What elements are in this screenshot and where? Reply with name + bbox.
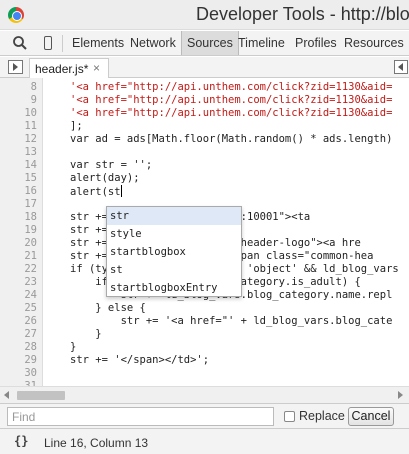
tab-profiles[interactable]: Profiles (290, 31, 342, 55)
line-number: 18 (24, 211, 37, 223)
toolbar-divider (62, 35, 63, 52)
horizontal-scrollbar[interactable] (0, 386, 409, 403)
code-editor[interactable]: 8 9 10 11 12 13 14 15 16 17 18 19 20 21 … (0, 78, 409, 386)
line-number: 14 (24, 159, 37, 171)
code-line: '<a href="http://api.unthem.com/click?zi… (70, 81, 393, 93)
line-number: 29 (24, 354, 37, 366)
file-tab-bar: header.js* × (0, 57, 409, 78)
tab-network[interactable]: Network (125, 31, 181, 55)
code-line: alert(day); (70, 172, 140, 184)
code-line: } (70, 328, 102, 340)
line-number: 28 (24, 341, 37, 353)
line-number: 21 (24, 250, 37, 262)
window-title: Developer Tools - http://blog (196, 4, 409, 24)
file-tab-label: header.js* (35, 62, 89, 76)
autocomplete-item[interactable]: str (107, 207, 241, 225)
line-number: 26 (24, 315, 37, 327)
code-line: '<a href="http://api.unthem.com/click?zi… (70, 107, 393, 119)
chrome-icon (8, 7, 24, 23)
line-number: 12 (24, 133, 37, 145)
autocomplete-item[interactable]: style (107, 225, 241, 243)
pretty-print-icon[interactable]: {} (14, 434, 28, 448)
line-number: 11 (24, 120, 37, 132)
line-number: 25 (24, 302, 37, 314)
autocomplete-item[interactable]: st (107, 261, 241, 279)
code-line: '<a href="http://api.unthem.com/click?zi… (70, 94, 393, 106)
scrollbar-thumb[interactable] (17, 391, 65, 400)
device-mode-icon[interactable] (40, 35, 56, 51)
text-cursor (120, 185, 122, 197)
line-number: 13 (24, 146, 37, 158)
navigator-toggle-icon[interactable] (8, 60, 23, 74)
line-number: 23 (24, 276, 37, 288)
window-titlebar: Developer Tools - http://blog (0, 0, 409, 30)
code-line-current: alert(st (70, 185, 122, 199)
code-line: ]; (70, 120, 83, 132)
cursor-position: Line 16, Column 13 (44, 436, 149, 450)
line-number: 22 (24, 263, 37, 275)
line-number: 30 (24, 367, 37, 379)
tab-sources[interactable]: Sources (181, 31, 239, 55)
line-number-gutter: 8 9 10 11 12 13 14 15 16 17 18 19 20 21 … (0, 78, 43, 386)
autocomplete-item[interactable]: startblogbox (107, 243, 241, 261)
scroll-left-icon[interactable] (4, 391, 9, 399)
line-number: 19 (24, 224, 37, 236)
debugger-toggle-icon[interactable] (394, 60, 408, 74)
code-line: str += '<a href="' + ld_blog_vars.blog_c… (70, 315, 393, 327)
scroll-right-icon[interactable] (398, 391, 403, 399)
autocomplete-popup: str style startblogbox st startblogboxEn… (106, 206, 242, 297)
line-number: 17 (24, 198, 37, 210)
close-icon[interactable]: × (93, 61, 100, 75)
line-number: 9 (30, 94, 37, 106)
line-number: 20 (24, 237, 37, 249)
line-number: 15 (24, 172, 37, 184)
autocomplete-item[interactable]: startblogboxEntry (107, 279, 241, 297)
code-line: } (70, 341, 77, 353)
cancel-button[interactable]: Cancel (348, 407, 394, 426)
tab-resources[interactable]: Resources (339, 31, 409, 55)
replace-checkbox[interactable] (284, 411, 295, 422)
code-line: var ad = ads[Math.floor(Math.random() * … (70, 133, 393, 145)
tab-timeline[interactable]: Timeline (233, 31, 290, 55)
replace-label: Replace (299, 409, 345, 423)
devtools-toolbar: Elements Network Sources Timeline Profil… (0, 31, 409, 56)
line-number: 27 (24, 328, 37, 340)
code-line: str += '</span></td>'; (70, 354, 210, 366)
line-number: 24 (24, 289, 37, 301)
find-bar: Replace Cancel (0, 403, 409, 428)
line-number: 16 (24, 185, 37, 197)
code-line: } else { (70, 302, 146, 314)
tab-elements[interactable]: Elements (67, 31, 129, 55)
search-icon[interactable] (12, 35, 28, 51)
find-input[interactable] (7, 407, 274, 426)
line-number: 10 (24, 107, 37, 119)
code-line: var str = ''; (70, 159, 153, 171)
current-line-text: alert(st (70, 186, 121, 198)
line-number: 8 (30, 81, 37, 93)
status-bar: {} Line 16, Column 13 (0, 428, 409, 454)
file-tab-header-js[interactable]: header.js* × (29, 58, 109, 78)
